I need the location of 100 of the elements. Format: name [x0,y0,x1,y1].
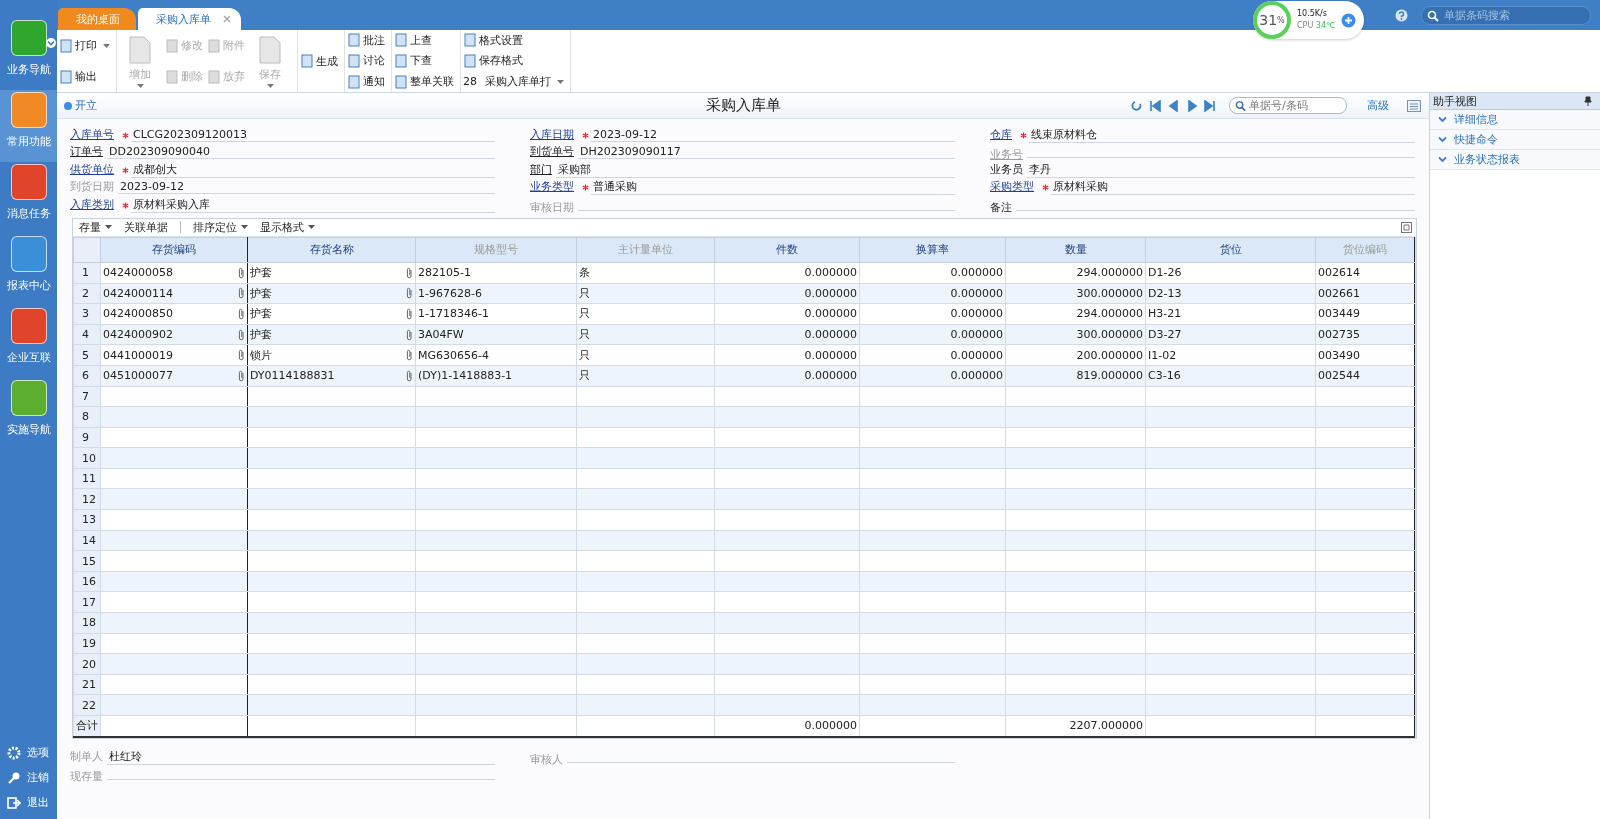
field-value[interactable]: 成都创大 [131,161,495,178]
paperclip-icon[interactable] [406,349,413,362]
paperclip-icon[interactable] [406,266,413,279]
system-monitor-widget[interactable]: 31% 10.5K/s CPU 34℃ [1253,1,1364,39]
toolbar-button[interactable]: 通知 [347,73,385,90]
chevron-down-icon [1438,156,1447,163]
paperclip-icon[interactable] [238,266,245,279]
paperclip-icon[interactable] [238,307,245,320]
column-header[interactable]: 货位 [1145,237,1316,263]
field-value[interactable]: 采购部 [556,161,955,178]
field-value[interactable]: 线束原材料仓 [1029,127,1415,143]
toolbar-button[interactable]: 讨论 [347,53,385,69]
toolbar-button[interactable]: 上查 [394,32,454,49]
field-value[interactable]: 2023-09-12 [118,180,495,195]
grid-toolbar-button[interactable]: 存量 [79,219,112,235]
toolbar-button[interactable]: 下查 [394,53,454,69]
document-icon [394,54,408,68]
table-cell: 002614 [1318,266,1360,280]
toolbar-button[interactable]: 打印 [59,37,110,54]
tab[interactable]: 采购入库单 [138,8,241,30]
field-label: 到货单号 [530,144,574,160]
document-icon [59,69,73,84]
exit-icon [7,795,21,810]
column-header[interactable]: 件数 [714,237,860,263]
plus-icon[interactable] [1341,12,1356,28]
field-value[interactable]: CLCG202309120013 [131,128,495,142]
table-cell: 200.000000 [1076,348,1143,362]
field-value[interactable]: 普通采购 [591,179,955,196]
chevron-icon[interactable] [46,38,56,48]
required-mark-icon [122,132,129,140]
close-icon[interactable] [223,15,231,23]
toolbar-button[interactable]: 整单关联 [394,73,454,90]
sidebar-link[interactable]: 选项 [0,740,57,765]
field-value[interactable]: 李丹 [1027,161,1415,178]
field-value[interactable]: 原材料采购入库 [131,196,495,213]
table-cell: 0.000000 [950,328,1003,342]
paperclip-icon[interactable] [406,328,413,341]
field-value[interactable]: DH202309090117 [578,145,955,160]
paperclip-icon[interactable] [238,287,245,300]
panel-section-header[interactable]: 业务状态报表 [1430,150,1600,170]
print-template-dropdown[interactable]: 28 采购入库单打 [463,73,564,90]
table-cell: 护套 [250,285,272,301]
advanced-link[interactable]: 高级 [1367,98,1389,113]
column-header[interactable]: 换算率 [859,237,1006,263]
table-cell: 1-967628-6 [418,286,482,300]
sidebar-item[interactable]: 报表中心 [0,234,57,306]
grid-toolbar-button[interactable]: 关联单据 [124,219,168,235]
expand-icon[interactable] [1401,221,1412,233]
toolbar-button[interactable]: 保存格式 [463,53,564,69]
help-icon[interactable] [1395,9,1408,22]
panel-section-header[interactable]: 快捷命令 [1430,130,1600,150]
table-cell: 0424000058 [103,266,173,280]
field-label: 仓库 [990,127,1012,142]
column-header[interactable]: 存货编码 [100,237,248,263]
paperclip-icon[interactable] [238,349,245,362]
required-mark-icon [582,132,589,140]
sidebar-item[interactable]: 消息任务 [0,162,57,234]
toolbar-button[interactable]: 格式设置 [463,32,564,49]
pin-icon[interactable] [1584,96,1592,106]
document-icon [394,33,408,48]
sidebar-item[interactable]: 企业互联 [0,306,57,378]
paperclip-icon[interactable] [238,369,245,382]
paperclip-icon[interactable] [406,369,413,382]
toolbar-button[interactable]: 批注 [347,32,385,49]
caret-icon [103,43,110,48]
table-cell: 0.000000 [950,266,1003,280]
table-cell: 300.000000 [1076,286,1143,300]
paperclip-icon[interactable] [238,328,245,341]
column-header[interactable]: 存货名称 [247,237,416,263]
scrollbar[interactable] [1415,236,1416,738]
field-value[interactable]: DD202309090040 [107,145,495,160]
search-field[interactable]: 单据条码搜索 [1421,6,1591,25]
grid-toolbar-button[interactable]: 显示格式 [260,219,315,235]
toolbar-button[interactable]: 生成 [300,53,338,69]
list-icon[interactable] [1407,99,1421,112]
field-value[interactable]: 2023-09-12 [591,128,955,142]
paperclip-icon[interactable] [406,287,413,300]
table-cell: MG630656-4 [418,348,489,362]
column-header[interactable]: 数量 [1005,237,1146,263]
toolbar-button[interactable]: 输出 [59,68,110,85]
table-cell: 2207.000000 [1069,719,1143,733]
sidebar-item[interactable]: 业务导航 [0,18,57,90]
caret-icon [136,83,144,88]
sidebar-link[interactable]: 退出 [0,790,57,815]
grid-toolbar-button[interactable]: 排序定位 [193,219,248,235]
row-number: 5 [73,344,101,366]
field-label: 备注 [990,199,1012,215]
chevron-down-icon [1438,116,1447,123]
paperclip-icon[interactable] [406,307,413,320]
document-icon [207,69,221,84]
row-number: 2 [73,283,101,304]
table-cell: 0.000000 [950,286,1003,300]
sidebar-item[interactable]: 实施导航 [0,378,57,450]
search-field[interactable]: 单据号/条码 [1229,97,1347,114]
required-mark-icon [1042,184,1049,192]
panel-section-header[interactable]: 详细信息 [1430,110,1600,130]
table-cell: I1-02 [1148,348,1177,362]
field-value[interactable]: 原材料采购 [1051,179,1415,196]
sidebar-link[interactable]: 注销 [0,765,57,790]
table-cell: 282105-1 [418,266,471,280]
